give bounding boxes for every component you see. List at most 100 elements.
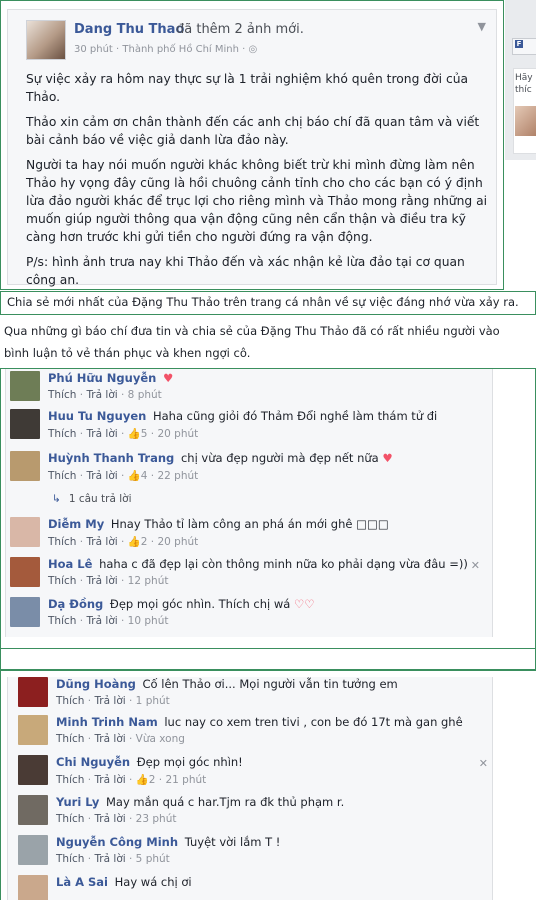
- like-count[interactable]: 4: [141, 470, 148, 482]
- like-count[interactable]: 2: [149, 774, 156, 786]
- comment-author[interactable]: Chi Nguyễn: [56, 755, 130, 769]
- reply-link[interactable]: Trả lời: [86, 389, 117, 401]
- comment-author[interactable]: Yuri Ly: [56, 795, 99, 809]
- comment-line: Phú Hữu Nguyễn ♥: [48, 371, 173, 385]
- comment-author[interactable]: Huu Tu Nguyen: [48, 409, 146, 423]
- like-link[interactable]: Thích: [48, 389, 76, 401]
- sidebar-thumbnail[interactable]: [515, 106, 536, 136]
- comment-item: Diễm My Hnay Thảo tỉ làm công an phá án …: [10, 517, 490, 557]
- comment-text: Hnay Thảo tỉ làm công an phá án mới ghê …: [110, 517, 389, 531]
- comment-author[interactable]: Huỳnh Thanh Trang: [48, 451, 174, 465]
- reply-link[interactable]: Trả lời: [94, 813, 125, 825]
- comment-author[interactable]: Phú Hữu Nguyễn: [48, 371, 156, 385]
- comment-time[interactable]: Vừa xong: [136, 733, 185, 745]
- commenter-avatar[interactable]: [18, 835, 48, 865]
- comment-text: Haha cũng giỏi đó Thảm Đổi nghề làm thám…: [152, 409, 438, 423]
- comment-time[interactable]: 1 phút: [136, 695, 170, 707]
- comment-actions: Thích · Trả lời · 23 phút: [56, 813, 177, 825]
- comment-text: haha c đã đẹp lại còn thông minh nữa ko …: [99, 557, 468, 571]
- comment-time[interactable]: 22 phút: [157, 470, 198, 482]
- comment-time[interactable]: 10 phút: [128, 615, 169, 627]
- post-frame: Dang Thu Thao đã thêm 2 ảnh mới. 30 phút…: [0, 0, 504, 290]
- comment-actions: Thích · Trả lời · Vừa xong: [56, 733, 185, 745]
- reply-link[interactable]: Trả lời: [94, 774, 125, 786]
- like-link[interactable]: Thích: [48, 470, 76, 482]
- comment-item: Nguyễn Công Minh Tuyệt vời lắm T ! Thích…: [18, 835, 498, 875]
- reply-link[interactable]: Trả lời: [94, 733, 125, 745]
- comment-author[interactable]: Dũng Hoàng: [56, 677, 136, 691]
- like-link[interactable]: Thích: [56, 774, 84, 786]
- close-icon[interactable]: ✕: [479, 757, 488, 770]
- post-paragraph: P/s: hình ảnh trưa nay khi Thảo đến và x…: [26, 255, 465, 287]
- comment-time[interactable]: 5 phút: [136, 853, 170, 865]
- reply-link[interactable]: Trả lời: [94, 853, 125, 865]
- comment-line: Dạ Đồng Đẹp mọi góc nhìn. Thích chị wá ♡…: [48, 597, 315, 611]
- reply-link[interactable]: Trả lời: [94, 695, 125, 707]
- like-link[interactable]: Thích: [48, 536, 76, 548]
- commenter-avatar[interactable]: [18, 755, 48, 785]
- like-link[interactable]: Thích: [56, 853, 84, 865]
- facebook-like-button[interactable]: F: [512, 38, 536, 55]
- post-author-name[interactable]: Dang Thu Thao: [74, 22, 184, 37]
- comment-time[interactable]: 21 phút: [165, 774, 206, 786]
- reply-link[interactable]: Trả lời: [86, 575, 117, 587]
- comment-text: May mắn quá c har.Tjm ra đk thủ phạm r.: [106, 795, 345, 809]
- like-link[interactable]: Thích: [48, 615, 76, 627]
- comment-author[interactable]: Diễm My: [48, 517, 104, 531]
- post-paragraph: Thảo xin cảm ơn chân thành đến các anh c…: [26, 115, 480, 147]
- reply-link[interactable]: Trả lời: [86, 536, 117, 548]
- comment-time[interactable]: 12 phút: [128, 575, 169, 587]
- reply-count-text[interactable]: 1 câu trả lời: [69, 493, 132, 505]
- commenter-avatar[interactable]: [18, 677, 48, 707]
- comment-text: Đẹp mọi góc nhìn!: [136, 755, 243, 769]
- view-replies-link[interactable]: ↳ 1 câu trả lời: [52, 493, 132, 505]
- like-count[interactable]: 5: [141, 428, 148, 440]
- comment-actions: Thích · Trả lời · 👍4 · 22 phút: [48, 470, 199, 482]
- comment-time[interactable]: 20 phút: [157, 428, 198, 440]
- comment-actions: Thích · Trả lời · 1 phút: [56, 695, 170, 707]
- comment-item: Minh Trinh Nam luc nay co xem tren tivi …: [18, 715, 498, 755]
- comment-item: Dũng Hoàng Cố lên Thảo ơi... Mọi người v…: [18, 677, 498, 717]
- comments-frame-1: Phú Hữu Nguyễn ♥ Thích · Trả lời · 8 phú…: [0, 368, 536, 670]
- comment-line: Hoa Lê haha c đã đẹp lại còn thông minh …: [48, 557, 468, 571]
- like-count[interactable]: 2: [141, 536, 148, 548]
- comment-actions: Thích · Trả lời · 10 phút: [48, 615, 169, 627]
- chevron-down-icon[interactable]: ▼: [478, 20, 486, 33]
- comment-author[interactable]: Hoa Lê: [48, 557, 92, 571]
- comment-time[interactable]: 8 phút: [128, 389, 162, 401]
- commenter-avatar[interactable]: [10, 409, 40, 439]
- like-link[interactable]: Thích: [56, 813, 84, 825]
- commenter-avatar[interactable]: [10, 371, 40, 401]
- comment-text: Cố lên Thảo ơi... Mọi người vẫn tin tưởn…: [142, 677, 398, 691]
- commenter-avatar[interactable]: [18, 795, 48, 825]
- comment-actions: Thích · Trả lời · 8 phút: [48, 389, 162, 401]
- like-link[interactable]: Thích: [56, 733, 84, 745]
- comment-item: Dạ Đồng Đẹp mọi góc nhìn. Thích chị wá ♡…: [10, 597, 490, 637]
- article-text: Qua những gì báo chí đưa tin và chia sẻ …: [4, 324, 500, 360]
- like-link[interactable]: Thích: [48, 575, 76, 587]
- close-icon[interactable]: ✕: [471, 559, 480, 572]
- commenter-avatar[interactable]: [10, 557, 40, 587]
- commenter-avatar[interactable]: [10, 451, 40, 481]
- commenter-avatar[interactable]: [18, 875, 48, 900]
- commenter-avatar[interactable]: [10, 597, 40, 627]
- comment-line: Huu Tu Nguyen Haha cũng giỏi đó Thảm Đổi…: [48, 409, 437, 423]
- reply-link[interactable]: Trả lời: [86, 470, 117, 482]
- reply-link[interactable]: Trả lời: [86, 428, 117, 440]
- heart-icon: ♥: [163, 371, 174, 385]
- comment-item: Phú Hữu Nguyễn ♥ Thích · Trả lời · 8 phú…: [10, 371, 490, 411]
- like-link[interactable]: Thích: [48, 428, 76, 440]
- comment-author[interactable]: Là A Sai: [56, 875, 108, 889]
- comments-panel-1: Phú Hữu Nguyễn ♥ Thích · Trả lời · 8 phú…: [5, 369, 493, 637]
- post-meta: 30 phút · Thành phố Hồ Chí Minh · ◎: [74, 44, 258, 55]
- comment-author[interactable]: Nguyễn Công Minh: [56, 835, 178, 849]
- like-link[interactable]: Thích: [56, 695, 84, 707]
- commenter-avatar[interactable]: [18, 715, 48, 745]
- reply-link[interactable]: Trả lời: [86, 615, 117, 627]
- author-avatar[interactable]: [26, 20, 66, 60]
- comment-time[interactable]: 20 phút: [157, 536, 198, 548]
- comment-author[interactable]: Dạ Đồng: [48, 597, 103, 611]
- comment-author[interactable]: Minh Trinh Nam: [56, 715, 158, 729]
- comment-time[interactable]: 23 phút: [136, 813, 177, 825]
- commenter-avatar[interactable]: [10, 517, 40, 547]
